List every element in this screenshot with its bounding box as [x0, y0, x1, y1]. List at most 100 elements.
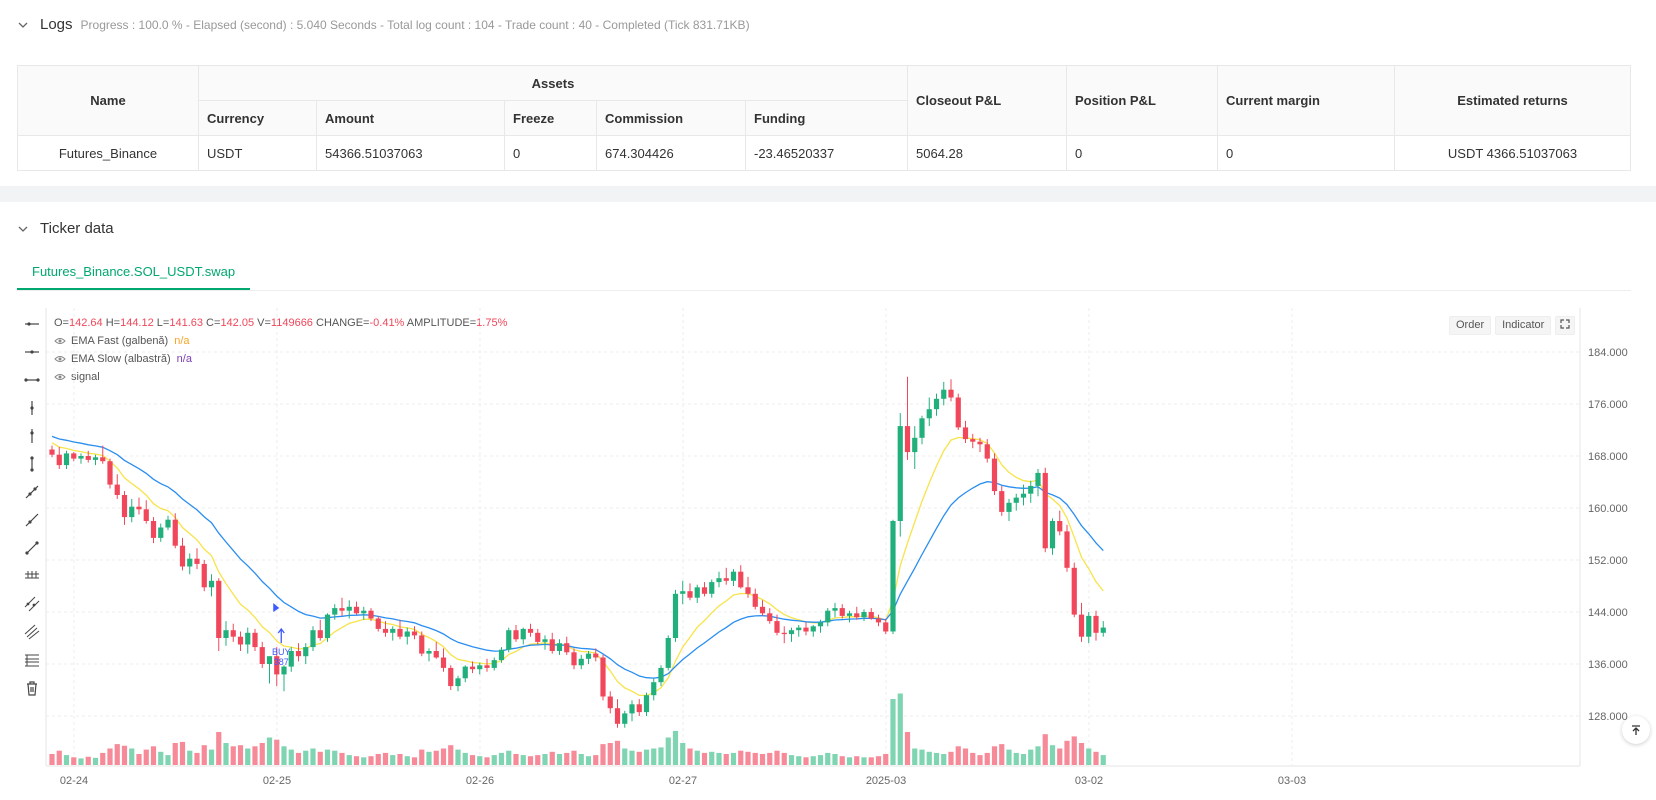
volume-bar [259, 743, 265, 765]
candle-body [266, 656, 273, 664]
legend-ema-slow[interactable]: EMA Slow (albastră) n/a [54, 350, 507, 368]
volume-bar [680, 743, 686, 765]
volume-bar [303, 750, 309, 765]
volume-bar [158, 751, 164, 765]
horizontal-line-tool-icon[interactable] [18, 338, 46, 366]
horizontal-segment-tool-icon[interactable] [18, 366, 46, 394]
volume-bar [390, 755, 396, 765]
volume-bar [324, 749, 331, 765]
candle-body [687, 591, 693, 598]
volume-bar [49, 754, 55, 765]
legend-label: EMA Slow (albastră) [71, 353, 171, 365]
volume-bar [752, 752, 758, 765]
chevron-down-icon[interactable] [18, 20, 28, 30]
tab-sol-usdt-swap[interactable]: Futures_Binance.SOL_USDT.swap [17, 254, 251, 290]
parallel-channel-tool-icon[interactable] [18, 590, 46, 618]
ray-tool-icon[interactable] [18, 506, 46, 534]
volume-bar [868, 757, 874, 765]
candle-body [404, 631, 410, 637]
volume-value: 1149666 [270, 317, 313, 329]
candle-body [542, 639, 548, 642]
trend-line-tool-icon[interactable] [18, 478, 46, 506]
volume-bar [984, 752, 990, 765]
segment-tool-icon[interactable] [18, 534, 46, 562]
candle-body [723, 578, 729, 581]
order-button[interactable]: Order [1449, 316, 1492, 335]
candle-body [564, 643, 570, 653]
candle-body [1064, 531, 1070, 568]
candle-body [665, 638, 671, 668]
volume-bar [622, 748, 628, 765]
volume-bar [433, 750, 439, 765]
candle-body [825, 610, 831, 623]
volume-bar [861, 757, 867, 765]
vertical-line-tool-icon[interactable] [18, 394, 46, 422]
volume-label: V= [254, 317, 271, 329]
candle-body [469, 666, 476, 670]
ema-slow-line [51, 435, 1104, 679]
volume-bar [970, 752, 976, 765]
fib-channel-tool-icon[interactable] [18, 618, 46, 646]
trash-icon[interactable] [18, 674, 46, 702]
volume-bar [136, 754, 142, 765]
fib-retracement-tool-icon[interactable] [18, 646, 46, 674]
candle-body [506, 630, 512, 650]
buy-signal-qty: 387 [274, 657, 289, 667]
vertical-ray-tool-icon[interactable] [18, 422, 46, 450]
volume-bar [129, 748, 135, 765]
candle-body [317, 630, 323, 638]
fullscreen-icon[interactable] [1555, 316, 1576, 335]
volume-bar [310, 748, 316, 765]
indicator-button[interactable]: Indicator [1495, 316, 1552, 335]
volume-bar [1042, 734, 1048, 765]
candle-body [701, 587, 708, 594]
chevron-down-icon[interactable] [18, 224, 28, 234]
volume-bar [738, 750, 744, 765]
candle-body [810, 626, 816, 632]
volume-bar [977, 755, 983, 765]
ticker-header[interactable]: Ticker data [18, 220, 114, 237]
volume-bar [832, 754, 838, 765]
candle-body [774, 621, 780, 633]
price-tick-label: 176.000 [1588, 399, 1628, 411]
legend-signal[interactable]: signal [54, 368, 507, 386]
price-tick-label: 184.000 [1588, 347, 1628, 359]
volume-bar [825, 752, 831, 765]
eye-icon[interactable] [54, 355, 66, 363]
candle-body [100, 457, 106, 462]
candle-body [223, 630, 229, 638]
candle-body [999, 491, 1005, 512]
scroll-to-top-button[interactable] [1622, 716, 1650, 744]
cell-funding: -23.46520337 [745, 135, 908, 171]
volume-bar [397, 754, 403, 765]
vertical-segment-tool-icon[interactable] [18, 450, 46, 478]
candle-body [397, 628, 403, 637]
time-tick-label: 02-24 [60, 775, 88, 787]
volume-bar [1064, 740, 1070, 765]
horizontal-ray-tool-icon[interactable] [18, 310, 46, 338]
price-range-tool-icon[interactable] [18, 562, 46, 590]
volume-bar [1006, 749, 1012, 765]
candle-body [730, 571, 737, 581]
volume-bar [1057, 748, 1063, 765]
volume-bar [933, 752, 940, 765]
logs-header[interactable]: Logs Progress : 100.0 % - Elapsed (secon… [18, 16, 750, 33]
volume-bar [759, 754, 766, 765]
eye-icon[interactable] [54, 337, 66, 345]
volume-bar [564, 752, 570, 765]
chart-legend: O= 142.64 H= 144.12 L= 141.63 C= 142.05 V= 11… [54, 314, 507, 386]
candle-body [585, 653, 592, 659]
close-value: 142.05 [220, 317, 255, 329]
candle-body [636, 704, 642, 713]
eye-icon[interactable] [54, 373, 66, 381]
candle-body [861, 612, 867, 618]
candle-body [955, 397, 961, 428]
candle-body [208, 580, 215, 588]
volume-bar [658, 747, 664, 765]
volume-bar [883, 754, 889, 765]
candle-body [179, 545, 186, 567]
volume-bar [78, 758, 84, 765]
volume-bar [897, 693, 903, 765]
legend-ema-fast[interactable]: EMA Fast (galbenă) n/a [54, 332, 507, 350]
candle-body [1078, 614, 1085, 637]
